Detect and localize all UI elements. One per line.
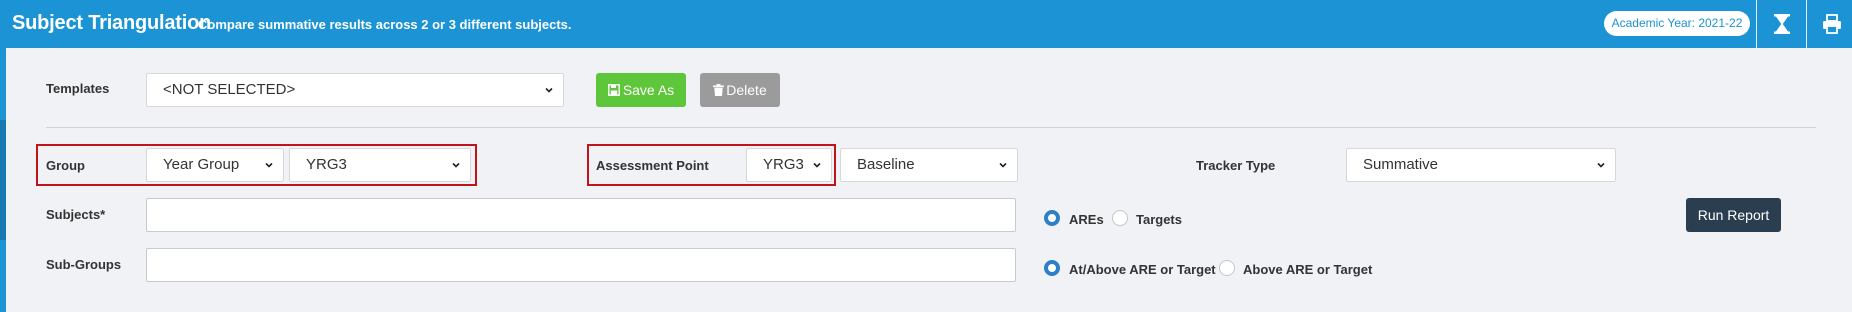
chevron-down-icon xyxy=(1597,162,1605,168)
sub-groups-input[interactable] xyxy=(146,248,1016,282)
group-type-select[interactable]: Year Group xyxy=(146,148,284,182)
subjects-label: Subjects* xyxy=(46,207,106,222)
templates-selected-value: <NOT SELECTED> xyxy=(163,81,296,98)
templates-select[interactable]: <NOT SELECTED> xyxy=(146,73,564,107)
chevron-down-icon xyxy=(545,87,553,93)
ares-radio[interactable] xyxy=(1044,210,1060,226)
page-header: Subject Triangulation Compare summative … xyxy=(0,0,1852,48)
ares-radio-label: AREs xyxy=(1069,212,1104,227)
tracker-type-label: Tracker Type xyxy=(1196,158,1276,173)
assessment-year-value: YRG3 xyxy=(763,156,804,173)
delete-label: Delete xyxy=(726,82,767,98)
subjects-input[interactable] xyxy=(146,198,1016,232)
hourglass-icon xyxy=(1773,14,1790,34)
assessment-point-value: Baseline xyxy=(857,156,915,173)
tracker-type-value: Summative xyxy=(1363,156,1439,173)
run-report-label: Run Report xyxy=(1697,207,1770,223)
chevron-down-icon xyxy=(813,162,821,168)
section-divider xyxy=(46,127,1816,128)
group-value-select[interactable]: YRG3 xyxy=(289,148,471,182)
page-subtitle: Compare summative results across 2 or 3 … xyxy=(198,17,572,32)
print-icon xyxy=(1822,14,1841,34)
chevron-down-icon xyxy=(452,162,460,168)
sub-groups-label: Sub-Groups xyxy=(46,257,122,272)
templates-label: Templates xyxy=(46,81,110,96)
group-value: YRG3 xyxy=(306,156,347,173)
above-radio[interactable] xyxy=(1219,260,1235,276)
left-edge-strip xyxy=(0,48,6,312)
save-icon xyxy=(607,84,620,96)
assessment-point-select[interactable]: Baseline xyxy=(840,148,1018,182)
assessment-year-select[interactable]: YRG3 xyxy=(746,148,832,182)
at-above-radio[interactable] xyxy=(1044,260,1060,276)
above-radio-label: Above ARE or Target xyxy=(1243,262,1373,277)
at-above-radio-label: At/Above ARE or Target xyxy=(1069,262,1216,277)
group-label: Group xyxy=(46,158,85,173)
print-button[interactable] xyxy=(1806,0,1852,48)
group-type-value: Year Group xyxy=(163,156,240,173)
trash-icon xyxy=(713,84,725,96)
save-as-button[interactable]: Save As xyxy=(596,73,686,107)
assessment-point-label: Assessment Point xyxy=(596,158,709,173)
chevron-down-icon xyxy=(999,162,1007,168)
hourglass-button[interactable] xyxy=(1756,0,1806,48)
tracker-type-select[interactable]: Summative xyxy=(1346,148,1616,182)
chevron-down-icon xyxy=(265,162,273,168)
page-title: Subject Triangulation xyxy=(12,12,212,34)
targets-radio[interactable] xyxy=(1112,210,1128,226)
academic-year-badge[interactable]: Academic Year: 2021-22 xyxy=(1604,11,1750,36)
targets-radio-label: Targets xyxy=(1136,212,1182,227)
run-report-button[interactable]: Run Report xyxy=(1686,198,1781,232)
save-as-label: Save As xyxy=(622,82,675,98)
delete-button[interactable]: Delete xyxy=(700,73,780,107)
